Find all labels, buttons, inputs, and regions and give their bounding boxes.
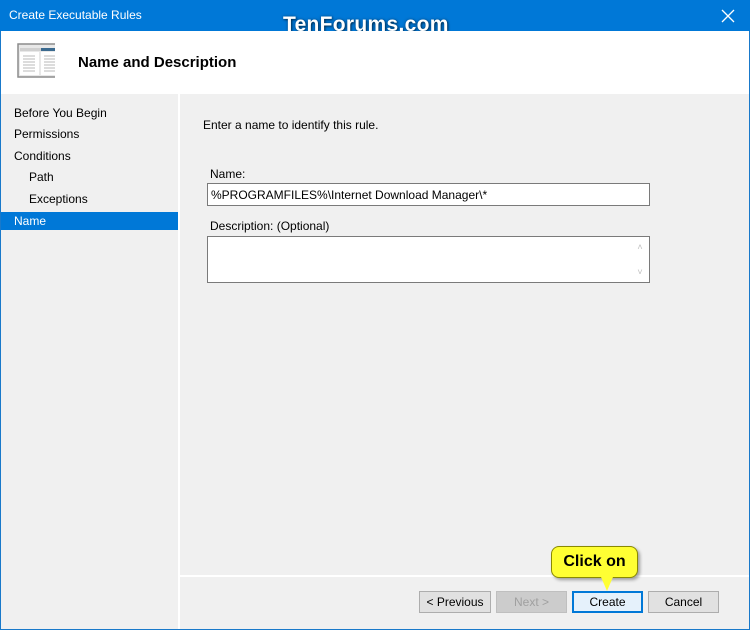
wizard-steps-sidebar: Before You Begin Permissions Conditions … bbox=[1, 94, 178, 629]
cancel-button[interactable]: Cancel bbox=[648, 591, 719, 613]
click-on-callout: Click on bbox=[551, 546, 638, 578]
page-title: Name and Description bbox=[78, 54, 237, 71]
sidebar-item-conditions[interactable]: Conditions bbox=[1, 147, 178, 165]
sidebar-item-path[interactable]: Path bbox=[1, 168, 178, 186]
sidebar-item-name[interactable]: Name bbox=[1, 212, 178, 230]
callout-pointer bbox=[601, 577, 613, 591]
description-textarea[interactable] bbox=[208, 237, 630, 282]
wizard-content: Enter a name to identify this rule. Name… bbox=[180, 94, 749, 629]
description-label: Description: (Optional) bbox=[210, 219, 330, 233]
instruction-text: Enter a name to identify this rule. bbox=[203, 118, 379, 132]
name-input[interactable] bbox=[207, 183, 650, 206]
close-button[interactable] bbox=[706, 0, 750, 31]
window-title: Create Executable Rules bbox=[9, 8, 142, 22]
scroll-down-icon[interactable]: ˅ bbox=[633, 265, 647, 279]
previous-button[interactable]: < Previous bbox=[419, 591, 491, 613]
scroll-up-icon[interactable]: ˄ bbox=[633, 240, 647, 254]
wizard-window-icon bbox=[17, 43, 55, 78]
title-bar: Create Executable Rules TenForums.com bbox=[0, 0, 750, 36]
next-button[interactable]: Next > bbox=[496, 591, 567, 613]
name-label: Name: bbox=[210, 167, 246, 181]
close-icon bbox=[721, 9, 735, 22]
create-button[interactable]: Create bbox=[572, 591, 643, 613]
footer-divider bbox=[180, 575, 749, 577]
wizard-header: Name and Description bbox=[1, 31, 749, 94]
description-field[interactable]: ˄ ˅ bbox=[207, 236, 650, 283]
create-executable-rules-dialog: Create Executable Rules TenForums.com Na… bbox=[0, 0, 750, 630]
sidebar-item-exceptions[interactable]: Exceptions bbox=[1, 190, 178, 208]
sidebar-item-before-you-begin[interactable]: Before You Begin bbox=[1, 104, 178, 122]
sidebar-item-permissions[interactable]: Permissions bbox=[1, 125, 178, 143]
